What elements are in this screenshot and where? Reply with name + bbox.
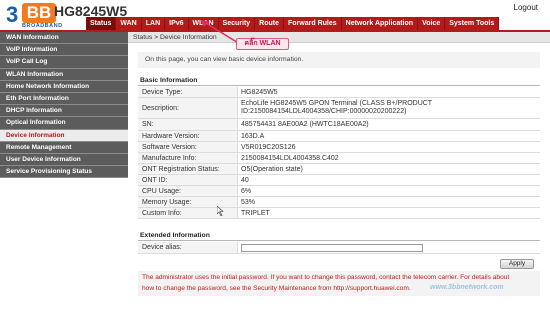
row-value: 2150084154LDL4004358.C402 (241, 154, 339, 162)
row-label: CPU Usage: (138, 186, 238, 196)
sidebar-item-service-provisioning-status[interactable]: Service Provisioning Status (0, 166, 128, 179)
table-row: Custom Info: TRIPLET (138, 208, 540, 219)
device-alias-input[interactable] (241, 243, 423, 252)
table-row: ONT ID: 40 (138, 175, 540, 186)
table-row: Hardware Version: 163D.A (138, 131, 540, 142)
tab-route[interactable]: Route (255, 17, 285, 30)
row-value: HG8245W5 (241, 88, 278, 96)
table-row: Description: EchoLife HG8245W5 GPON Term… (138, 98, 540, 119)
sidebar-item-eth-port-information[interactable]: Eth Port Information (0, 92, 128, 106)
table-row: Manufacture Info: 2150084154LDL4004358.C… (138, 153, 540, 164)
page-notice: On this page, you can view basic device … (138, 52, 540, 68)
tab-ipv6[interactable]: IPv6 (165, 17, 189, 30)
mouse-cursor-icon (217, 206, 224, 216)
row-label: SN: (138, 119, 238, 130)
description-line-2: ID:2150084154LDL4004358/CHIP:00000020200… (241, 108, 407, 115)
logo-subtitle: BROADBAND (22, 23, 63, 29)
row-value: 163D.A (241, 132, 265, 140)
description-line-1: EchoLife HG8245W5 GPON Terminal (CLASS B… (241, 99, 433, 107)
row-value: V5R019C20S126 (241, 143, 296, 151)
basic-information-table: Device Type: HG8245W5 Description: EchoL… (138, 87, 540, 219)
tab-status[interactable]: Status (86, 17, 117, 30)
row-value: O5(Operation state) (241, 165, 303, 173)
device-alias-label: Device alias: (138, 242, 238, 253)
row-label: ONT Registration Status: (138, 164, 238, 174)
table-row: ONT Registration Status: O5(Operation st… (138, 164, 540, 175)
sidebar: WAN Information VoIP Information VoIP Ca… (0, 32, 128, 309)
row-label: Device Type: (138, 87, 238, 97)
tab-network-application[interactable]: Network Application (341, 17, 419, 30)
sidebar-item-wan-information[interactable]: WAN Information (0, 32, 128, 45)
row-label: Software Version: (138, 142, 238, 152)
table-row: Device Type: HG8245W5 (138, 87, 540, 98)
sidebar-item-voip-call-log[interactable]: VoIP Call Log (0, 56, 128, 69)
watermark: www.3bbnetwork.com (430, 284, 504, 291)
tab-voice[interactable]: Voice (418, 17, 446, 30)
row-value: 485754431 8AE00A2 (HWTC18AE00A2) (241, 121, 369, 128)
row-value: 40 (241, 176, 249, 184)
extended-information-table: Device alias: (138, 242, 540, 254)
sidebar-item-optical-information[interactable]: Optical Information (0, 117, 128, 130)
extended-information-title: Extended Information (138, 231, 540, 241)
row-value (238, 242, 540, 253)
tab-system-tools[interactable]: System Tools (445, 17, 500, 30)
logout-link[interactable]: Logout (514, 3, 538, 12)
table-row: SN: 485754431 8AE00A2 (HWTC18AE00A2) (138, 119, 540, 131)
sidebar-item-home-network-information[interactable]: Home Network Information (0, 80, 128, 93)
row-value: 6% (241, 187, 252, 195)
row-label: Manufacture Info: (138, 153, 238, 163)
row-label: Hardware Version: (138, 131, 238, 141)
row-value: 53% (241, 198, 256, 206)
sidebar-item-user-device-information[interactable]: User Device Information (0, 153, 128, 167)
table-row: Memory Usage: 53% (138, 197, 540, 208)
table-row: CPU Usage: 6% (138, 186, 540, 197)
row-value: TRIPLET (241, 209, 270, 217)
annotation-label: คลิ๊ก WLAN (236, 38, 289, 50)
sidebar-item-voip-information[interactable]: VoIP Information (0, 44, 128, 57)
basic-information-title: Basic Information (138, 76, 540, 86)
row-label: ONT ID: (138, 175, 238, 185)
tab-forward-rules[interactable]: Forward Rules (284, 17, 342, 30)
warning-line-1: The administrator uses the initial passw… (142, 274, 510, 281)
logo-letters: BB (22, 3, 56, 23)
tab-wan[interactable]: WAN (116, 17, 142, 30)
row-label: Description: (138, 98, 238, 118)
sidebar-item-wlan-information[interactable]: WLAN Information (0, 68, 128, 81)
table-row: Device alias: (138, 242, 540, 254)
sidebar-item-device-information[interactable]: Device Information (0, 129, 128, 142)
apply-button[interactable]: Apply (500, 259, 534, 269)
row-value: EchoLife HG8245W5 GPON Terminal (CLASS B… (238, 98, 540, 118)
sidebar-item-dhcp-information[interactable]: DHCP Information (0, 105, 128, 118)
main-content: Status > Device Information On this page… (128, 32, 550, 309)
sidebar-item-remote-management[interactable]: Remote Management (0, 141, 128, 154)
logo-number: 3 (6, 2, 19, 27)
tab-lan[interactable]: LAN (141, 17, 166, 30)
table-row: Software Version: V5R019C20S126 (138, 142, 540, 153)
main-nav: Status WAN LAN IPv6 WLAN Security Route … (86, 17, 500, 30)
